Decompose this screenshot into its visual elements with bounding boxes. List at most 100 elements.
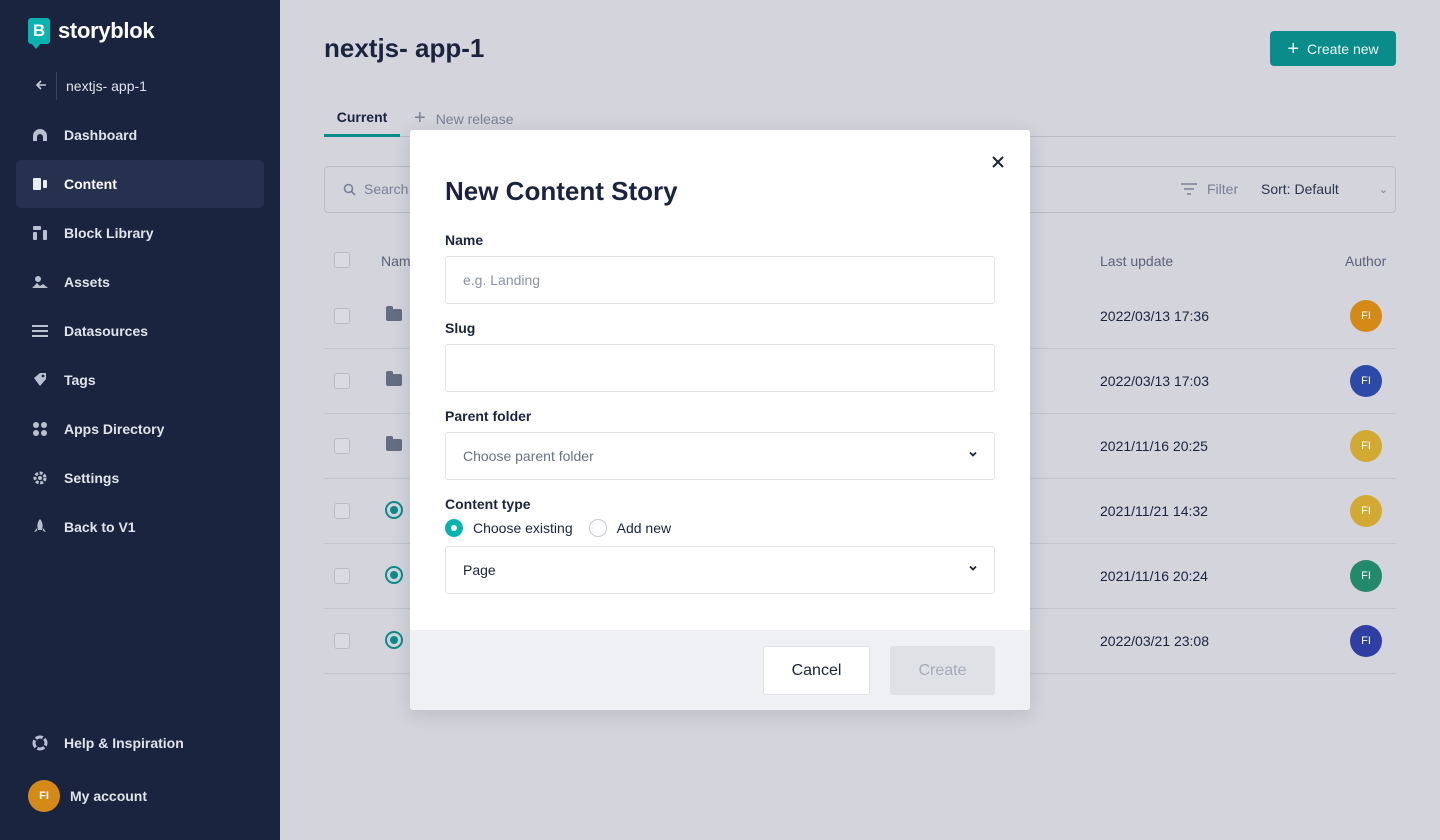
search-input[interactable]: Search: [343, 181, 408, 197]
slug-label: Slug: [445, 320, 476, 336]
sidebar-item-dashboard[interactable]: Dashboard: [16, 111, 264, 159]
gear-icon: [32, 470, 48, 486]
row-checkbox[interactable]: [334, 308, 350, 324]
plus-icon: +: [414, 107, 426, 129]
page-title: nextjs- app-1: [324, 33, 485, 63]
author-avatar: FI: [1350, 495, 1382, 527]
tab-current[interactable]: Current: [324, 100, 400, 137]
sidebar-item-label: Assets: [64, 274, 110, 290]
story-icon: [385, 566, 403, 584]
content-icon: [32, 176, 48, 192]
sidebar-item-datasources[interactable]: Datasources: [16, 307, 264, 355]
create-new-label: Create new: [1307, 40, 1379, 57]
space-name: nextjs- app-1: [66, 78, 147, 94]
search-placeholder: Search: [364, 181, 409, 197]
my-account-link[interactable]: FI My account: [16, 772, 264, 820]
parent-folder-placeholder: Choose parent folder: [463, 448, 594, 464]
sidebar-item-content[interactable]: Content: [16, 160, 264, 208]
last-update: 2021/11/16 20:25: [1100, 438, 1208, 454]
author-avatar: FI: [1350, 300, 1382, 332]
add-new-label[interactable]: Add new: [617, 520, 671, 536]
new-content-story-dialog: New Content Story Name Slug Parent folde…: [410, 130, 1030, 710]
sidebar-nav: Dashboard Content Block Library Assets D…: [16, 111, 264, 552]
assets-icon: [32, 274, 48, 290]
story-icon: [385, 631, 403, 649]
divider: [56, 72, 57, 100]
close-icon[interactable]: [988, 152, 1008, 172]
last-update: 2022/03/13 17:36: [1100, 308, 1209, 324]
storyblok-logo[interactable]: B storyblok: [28, 18, 155, 49]
lifebuoy-icon: [32, 735, 48, 751]
author-avatar: FI: [1350, 625, 1382, 657]
story-icon: [385, 501, 403, 519]
storyblok-logo-icon: B: [28, 18, 50, 49]
avatar: FI: [28, 780, 60, 812]
content-type-label: Content type: [445, 496, 531, 512]
row-checkbox[interactable]: [334, 503, 350, 519]
folder-icon: [385, 436, 403, 454]
sidebar-item-assets[interactable]: Assets: [16, 258, 264, 306]
sidebar-item-label: Dashboard: [64, 127, 138, 143]
content-type-value: Page: [463, 562, 496, 578]
space-switcher[interactable]: nextjs- app-1: [28, 72, 147, 100]
dashboard-icon: [32, 127, 48, 143]
row-checkbox[interactable]: [334, 373, 350, 389]
author-avatar: FI: [1350, 430, 1382, 462]
sidebar-item-back-to-v1[interactable]: Back to V1: [16, 503, 264, 551]
sidebar: B storyblok nextjs- app-1 Dashboard Cont…: [0, 0, 280, 840]
arrow-left-icon[interactable]: [28, 78, 54, 95]
datasources-icon: [32, 323, 48, 339]
sidebar-item-label: Tags: [64, 372, 96, 388]
sidebar-item-tags[interactable]: Tags: [16, 356, 264, 404]
tags-icon: [32, 372, 48, 388]
chevron-down-icon: [968, 448, 978, 462]
parent-folder-label: Parent folder: [445, 408, 532, 424]
sidebar-item-settings[interactable]: Settings: [16, 454, 264, 502]
dialog-title: New Content Story: [445, 176, 678, 206]
chevron-down-icon: [968, 562, 978, 576]
rocket-icon: [32, 519, 48, 535]
row-checkbox[interactable]: [334, 568, 350, 584]
apps-icon: [32, 421, 48, 437]
sidebar-item-label: Back to V1: [64, 519, 136, 535]
create-new-button[interactable]: + Create new: [1270, 31, 1396, 66]
slug-input[interactable]: [445, 344, 995, 392]
folder-icon: [385, 306, 403, 324]
row-checkbox[interactable]: [334, 633, 350, 649]
name-label: Name: [445, 232, 484, 248]
author-avatar: FI: [1350, 560, 1382, 592]
filter-button[interactable]: Filter: [1181, 181, 1238, 197]
block-library-icon: [32, 225, 48, 241]
brand-name: storyblok: [58, 18, 155, 43]
last-update: 2022/03/13 17:03: [1100, 373, 1209, 389]
row-checkbox[interactable]: [334, 438, 350, 454]
sort-label: Sort: Default: [1261, 181, 1339, 197]
dialog-footer: Cancel Create: [410, 630, 1030, 710]
last-update: 2022/03/21 23:08: [1100, 633, 1209, 649]
sidebar-item-block-library[interactable]: Block Library: [16, 209, 264, 257]
chevron-down-icon: ⌄: [1378, 183, 1389, 196]
plus-icon: +: [1287, 37, 1300, 60]
sidebar-item-label: Settings: [64, 470, 120, 486]
select-all-checkbox[interactable]: [334, 252, 350, 268]
parent-folder-select[interactable]: Choose parent folder: [445, 432, 995, 480]
sidebar-item-apps-directory[interactable]: Apps Directory: [16, 405, 264, 453]
add-new-radio[interactable]: [588, 519, 607, 537]
column-header-author[interactable]: Author: [1345, 253, 1386, 269]
tab-label: New release: [435, 110, 514, 127]
choose-existing-radio[interactable]: [445, 519, 463, 537]
column-header-last-update[interactable]: Last update: [1100, 253, 1173, 269]
account-label: My account: [70, 788, 148, 804]
sort-dropdown[interactable]: Sort: Default ⌄: [1261, 181, 1388, 197]
choose-existing-label[interactable]: Choose existing: [473, 520, 573, 536]
help-inspiration-link[interactable]: Help & Inspiration: [16, 719, 264, 767]
cancel-button[interactable]: Cancel: [763, 646, 870, 695]
name-input[interactable]: [445, 256, 995, 304]
sidebar-item-label: Block Library: [64, 225, 154, 241]
last-update: 2021/11/16 20:24: [1100, 568, 1208, 584]
content-type-select[interactable]: Page: [445, 546, 995, 594]
last-update: 2021/11/21 14:32: [1100, 503, 1208, 519]
create-button[interactable]: Create: [890, 646, 995, 695]
content-type-radio-group: Choose existing Add new: [445, 519, 687, 537]
column-header-name[interactable]: Nam: [381, 253, 411, 269]
